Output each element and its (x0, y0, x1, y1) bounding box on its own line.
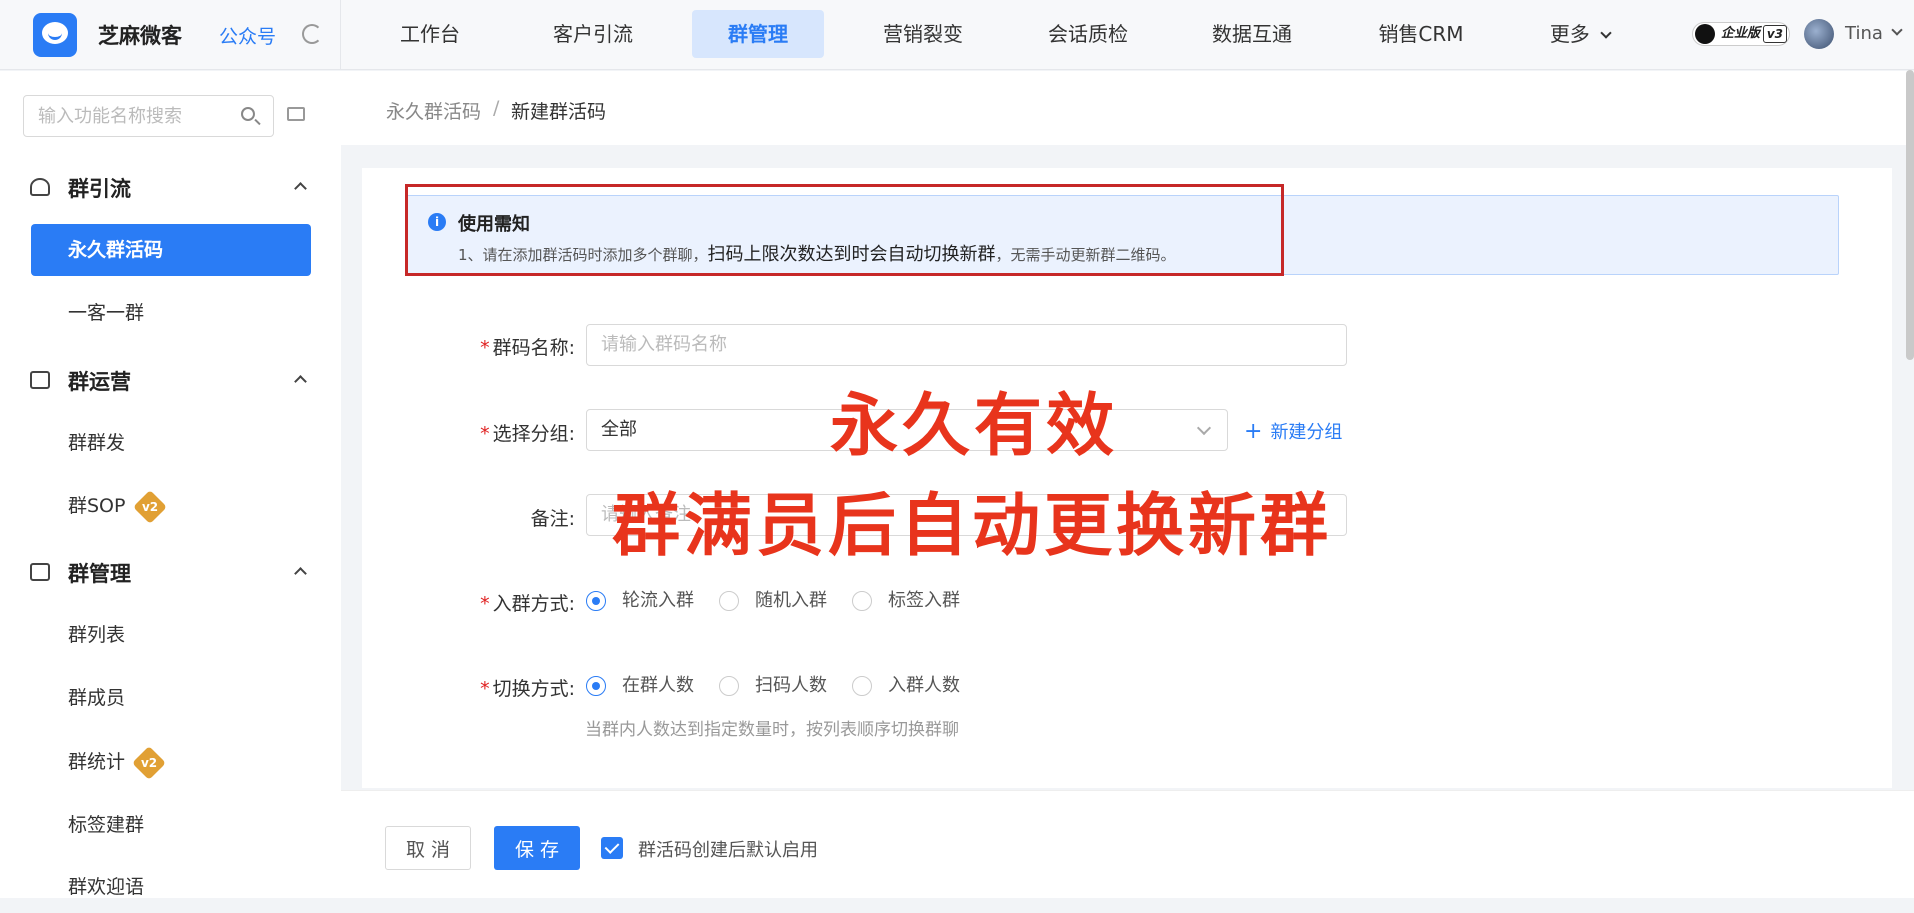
sidebar-item-one-customer-one-group[interactable]: 一客一群 (31, 287, 311, 339)
page-scrollbar[interactable] (1906, 70, 1914, 360)
chat-group-icon (30, 371, 50, 389)
chevron-down-icon[interactable] (1891, 24, 1903, 36)
sidebar-item-label: 群SOP (68, 495, 126, 517)
overlay-permanent: 永久有效 (830, 387, 1119, 466)
chevron-up-icon (294, 567, 307, 580)
radio-scan-count[interactable]: 扫码人数 (719, 673, 827, 699)
overlay-auto-switch: 群满员后自动更换新群 (612, 487, 1333, 566)
radio-in-group-count[interactable]: 在群人数 (586, 673, 694, 699)
brand-name: 芝麻微客 (98, 24, 182, 48)
top-bar: 芝麻微客 公众号 工作台 客户引流 群管理 营销裂变 会话质检 数据互通 销售C… (0, 0, 1914, 70)
edition-version: v3 (1762, 25, 1787, 43)
edition-logo-icon (1695, 24, 1715, 44)
nav-more[interactable]: 更多 (1540, 10, 1620, 58)
edition-label: 企业版 (1721, 26, 1761, 41)
sidebar: 群引流 永久群活码 一客一群 群运营 群群发 群SOP v2 群管理 群列表 群… (0, 71, 341, 898)
nav-sales-crm[interactable]: 销售CRM (1356, 10, 1486, 58)
radio-rotate-join[interactable]: 轮流入群 (586, 588, 694, 614)
sidebar-item-group-stats[interactable]: 群统计 v2 (31, 736, 311, 788)
name-label: * 群码名称: (480, 337, 575, 359)
sidebar-item-group-sop[interactable]: 群SOP v2 (31, 480, 311, 532)
search-icon[interactable] (241, 107, 255, 121)
sidebar-group-title: 群引流 (68, 177, 131, 201)
chevron-up-icon (294, 375, 307, 388)
sidebar-item-permanent-qrcode[interactable]: 永久群活码 (31, 224, 311, 276)
nav-data-interop[interactable]: 数据互通 (1192, 10, 1312, 58)
nav-group-management[interactable]: 群管理 (692, 10, 824, 58)
highlight-box (405, 184, 1284, 276)
dark-mode-icon[interactable] (302, 24, 322, 44)
cancel-button[interactable]: 取 消 (385, 826, 471, 870)
menu-settings-icon[interactable] (287, 107, 305, 121)
sidebar-item-group-list[interactable]: 群列表 (31, 609, 311, 661)
nav-customer-acquisition[interactable]: 客户引流 (533, 10, 653, 58)
sidebar-item-group-members[interactable]: 群成员 (31, 672, 311, 724)
save-button[interactable]: 保 存 (494, 826, 580, 870)
avatar[interactable] (1804, 19, 1834, 49)
chevron-down-icon (1196, 420, 1212, 436)
sidebar-group-title: 群运营 (68, 370, 131, 394)
divider (340, 0, 341, 70)
remark-label: 备注: (530, 508, 575, 530)
switch-method-label: * 切换方式: (480, 678, 575, 700)
sidebar-group-title: 群管理 (68, 562, 131, 586)
sidebar-item-label: 群统计 (68, 751, 126, 773)
version-badge: v2 (132, 489, 167, 524)
nav-more-label: 更多 (1549, 22, 1590, 46)
breadcrumb-parent[interactable]: 永久群活码 (386, 97, 481, 124)
group-select-label: * 选择分组: (480, 423, 575, 445)
group-name-input[interactable]: 请输入群码名称 (586, 324, 1347, 366)
user-add-icon (30, 178, 50, 196)
radio-join-count[interactable]: 入群人数 (852, 673, 960, 699)
app-logo-icon[interactable] (33, 13, 77, 57)
switch-hint: 当群内人数达到指定数量时，按列表顺序切换群聊 (585, 720, 959, 740)
chat-group-icon (30, 563, 50, 581)
sidebar-item-tag-group[interactable]: 标签建群 (31, 799, 311, 851)
nav-workbench[interactable]: 工作台 (370, 10, 490, 58)
enable-checkbox[interactable] (601, 837, 623, 859)
chevron-down-icon (1600, 27, 1612, 39)
version-badge: v2 (132, 745, 167, 780)
radio-random-join[interactable]: 随机入群 (719, 588, 827, 614)
breadcrumb-current: 新建群活码 (511, 101, 607, 123)
radio-tag-join[interactable]: 标签入群 (852, 588, 960, 614)
sidebar-group-operation[interactable]: 群运营 (30, 366, 310, 396)
user-name[interactable]: Tina (1845, 23, 1883, 44)
edition-badge: 企业版 v3 (1692, 22, 1790, 46)
official-account-link[interactable]: 公众号 (219, 22, 276, 49)
search-input[interactable] (38, 96, 238, 136)
plus-icon: + (1244, 419, 1263, 444)
group-select-value: 全部 (601, 419, 637, 440)
sidebar-group-management[interactable]: 群管理 (30, 558, 310, 588)
chevron-up-icon (294, 182, 307, 195)
breadcrumb: 永久群活码 / 新建群活码 (341, 71, 1914, 145)
join-method-label: * 入群方式: (480, 593, 575, 615)
sidebar-group-acquisition[interactable]: 群引流 (30, 173, 310, 203)
sidebar-item-group-broadcast[interactable]: 群群发 (31, 417, 311, 469)
nav-session-qc[interactable]: 会话质检 (1028, 10, 1148, 58)
sidebar-search (23, 95, 274, 137)
form-footer: 取 消 保 存 群活码创建后默认启用 (341, 790, 1914, 898)
sidebar-item-welcome[interactable]: 群欢迎语 (31, 861, 311, 913)
new-group-button[interactable]: + 新建分组 (1244, 418, 1342, 444)
enable-checkbox-label: 群活码创建后默认启用 (638, 840, 818, 861)
nav-marketing-fission[interactable]: 营销裂变 (863, 10, 983, 58)
breadcrumb-separator: / (493, 97, 500, 119)
